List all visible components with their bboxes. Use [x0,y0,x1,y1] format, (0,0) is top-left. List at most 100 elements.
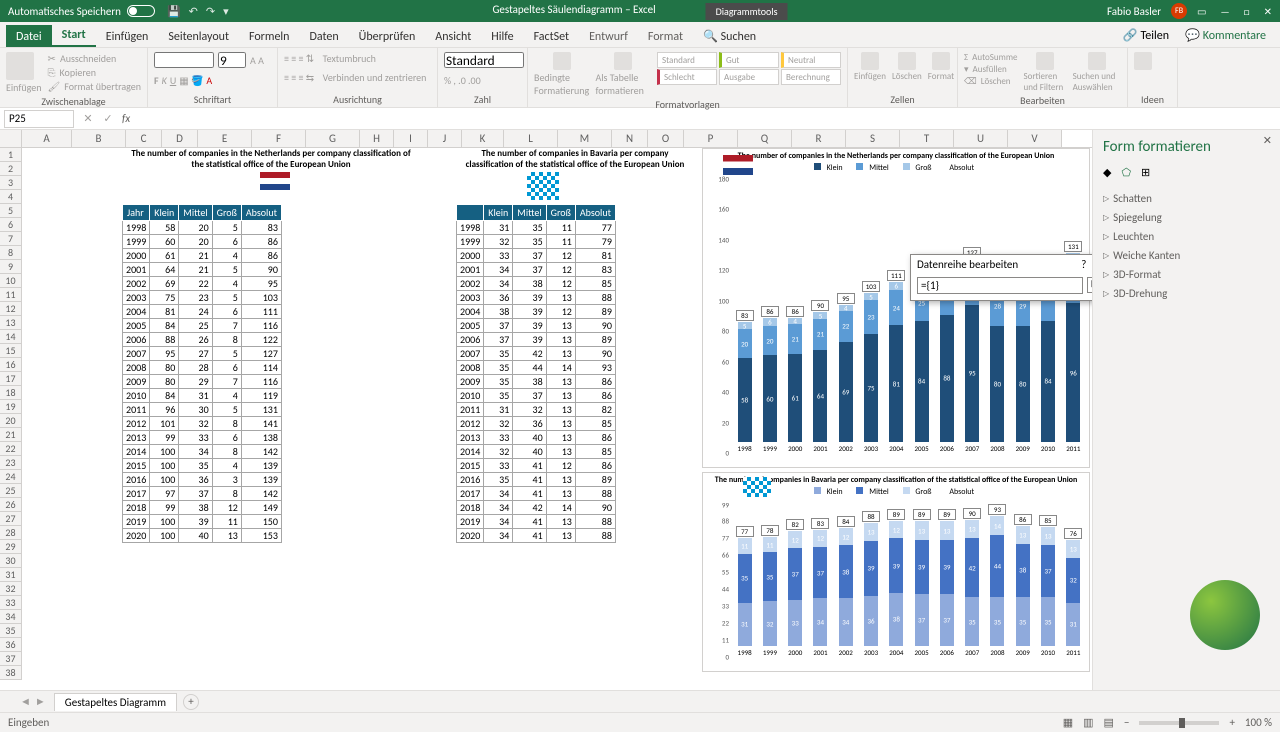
table-row[interactable]: 200735421390 [457,347,616,361]
spreadsheet-grid[interactable]: ABCDEFGHIJKLMNOPQRSTUV 12345678910111213… [0,130,1092,690]
table-format-icon[interactable] [614,52,632,70]
col-header[interactable]: J [428,130,462,147]
table-row[interactable]: 201399336138 [123,431,282,445]
row-header[interactable]: 11 [0,288,22,302]
col-header[interactable]: O [648,130,684,147]
table-row[interactable]: 201035371386 [457,389,616,403]
zoom-out-icon[interactable]: − [1124,716,1129,729]
style-calc[interactable]: Berechnung [781,69,841,85]
conditional-format-icon[interactable] [553,52,571,70]
row-header[interactable]: 26 [0,498,22,512]
table-bavaria[interactable]: KleinMittelGroßAbsolut199831351177199932… [456,204,616,543]
dialog-help-icon[interactable]: ? [1081,258,1086,271]
table-row[interactable]: 199932351179 [457,235,616,249]
clear-button[interactable]: ⌫ Löschen [964,76,1017,87]
col-header[interactable]: G [306,130,360,147]
col-header[interactable]: V [1008,130,1062,147]
table-row[interactable]: 2014100348142 [123,445,282,459]
col-header[interactable]: T [900,130,954,147]
pane-section[interactable]: 3D-Format [1103,265,1270,284]
autosum-button[interactable]: Σ AutoSumme [964,52,1017,63]
table-row[interactable]: 200438391289 [457,305,616,319]
table-row[interactable]: 202034411388 [457,529,616,543]
edit-series-dialog[interactable]: Datenreihe bearbeiten ? ✕ ▦ [910,254,1110,301]
cancel-fx-icon[interactable]: ✕ [78,112,98,125]
qat-dropdown-icon[interactable]: ▾ [223,5,229,18]
pane-section[interactable]: 3D-Drehung [1103,284,1270,303]
col-header[interactable]: I [394,130,428,147]
share-button[interactable]: 🔗 Teilen [1115,24,1177,47]
tab-view[interactable]: Ansicht [425,25,481,47]
table-row[interactable]: 200795275127 [123,347,282,361]
row-header[interactable]: 8 [0,246,22,260]
row-header[interactable]: 22 [0,442,22,456]
col-header[interactable]: A [22,130,72,147]
row-header[interactable]: 23 [0,456,22,470]
row-header[interactable]: 25 [0,484,22,498]
tab-formulas[interactable]: Formeln [239,25,299,47]
table-row[interactable]: 200134371283 [457,263,616,277]
row-header[interactable]: 18 [0,386,22,400]
table-row[interactable]: 199831351177 [457,221,616,235]
cut-button[interactable]: ✂ Ausschneiden [48,52,141,65]
wrap-text[interactable]: Textumbruch [323,52,376,65]
row-header[interactable]: 12 [0,302,22,316]
format-cells-icon[interactable] [932,52,950,70]
copy-button[interactable]: ⎘ Kopieren [48,66,141,79]
row-header[interactable]: 9 [0,260,22,274]
row-header[interactable]: 28 [0,526,22,540]
table-row[interactable]: 19996020686 [123,235,282,249]
table-row[interactable]: 200584257116 [123,319,282,333]
zoom-slider[interactable] [1139,721,1219,725]
table-row[interactable]: 200537391390 [457,319,616,333]
size-tab-icon[interactable]: ⊞ [1141,166,1150,179]
user-avatar[interactable]: FB [1171,3,1187,19]
pane-section[interactable]: Schatten [1103,189,1270,208]
size-box[interactable] [218,52,246,68]
row-header[interactable]: 7 [0,232,22,246]
row-header[interactable]: 5 [0,204,22,218]
tab-search[interactable]: 🔍 Suchen [693,24,766,47]
col-header[interactable]: D [162,130,198,147]
maximize-icon[interactable]: □ [1244,5,1250,18]
ideas-icon[interactable] [1134,52,1152,70]
table-row[interactable]: 201196305131 [123,403,282,417]
tab-help[interactable]: Hilfe [481,25,523,47]
tab-factset[interactable]: FactSet [524,25,579,47]
row-header[interactable]: 3 [0,176,22,190]
select-all[interactable] [0,130,22,147]
row-header[interactable]: 34 [0,610,22,624]
table-row[interactable]: 2016100363139 [123,473,282,487]
fill-tab-icon[interactable]: ◆ [1103,166,1111,179]
table-row[interactable]: 201232361385 [457,417,616,431]
sheet-prev-icon[interactable]: ◄ [20,695,31,708]
insert-cells-icon[interactable] [861,52,879,70]
row-header[interactable]: 1 [0,148,22,162]
zoom-level[interactable]: 100 % [1245,716,1272,729]
table-row[interactable]: 201084314119 [123,389,282,403]
row-header[interactable]: 35 [0,624,22,638]
table-row[interactable]: 20026922495 [123,277,282,291]
row-header[interactable]: 36 [0,638,22,652]
chart-netherlands[interactable]: The number of companies in the Netherlan… [702,148,1090,468]
table-row[interactable]: 200637391389 [457,333,616,347]
save-icon[interactable]: 💾 [167,5,181,18]
find-icon[interactable] [1088,52,1106,70]
table-row[interactable]: 201333401386 [457,431,616,445]
row-header[interactable]: 29 [0,540,22,554]
table-row[interactable]: 2015100354139 [123,459,282,473]
tab-insert[interactable]: Einfügen [96,25,159,47]
redo-icon[interactable]: ↷ [206,5,215,18]
tab-review[interactable]: Überprüfen [349,25,426,47]
row-header[interactable]: 4 [0,190,22,204]
style-standard[interactable]: Standard [657,52,717,68]
col-header[interactable]: N [612,130,648,147]
pane-section[interactable]: Spiegelung [1103,208,1270,227]
col-header[interactable]: Q [738,130,792,147]
table-row[interactable]: 200375235103 [123,291,282,305]
table-row[interactable]: 20201004013153 [123,529,282,543]
user-name[interactable]: Fabio Basler [1107,5,1161,18]
fill-button[interactable]: ▾ Ausfüllen [964,64,1017,75]
row-header[interactable]: 20 [0,414,22,428]
table-row[interactable]: 20191003911150 [123,515,282,529]
